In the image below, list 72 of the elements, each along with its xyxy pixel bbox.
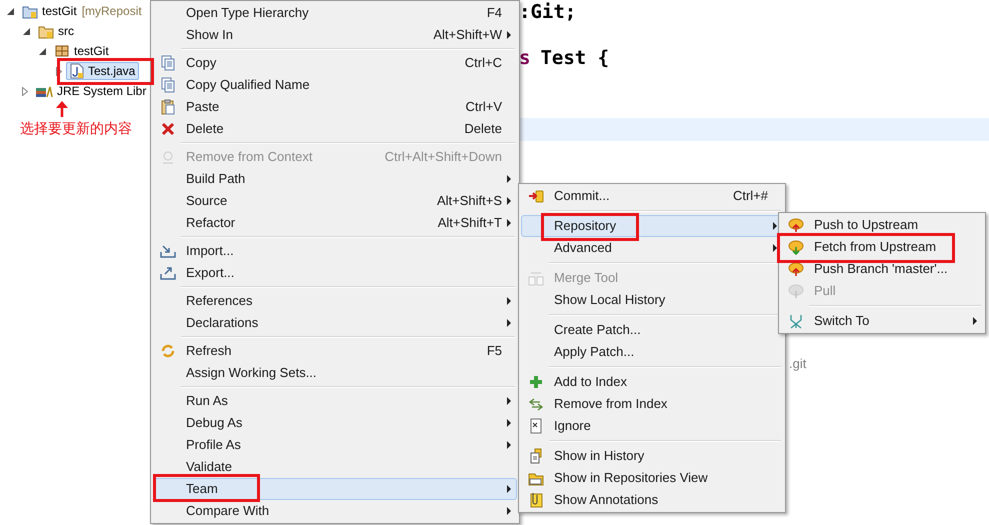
menu-item[interactable]: Fetch from Upstream (781, 236, 983, 258)
cloud-upload-icon (788, 261, 804, 277)
cloud-download-icon (788, 239, 804, 255)
menu-item[interactable]: Commit... Ctrl+# (521, 185, 783, 207)
menu-item[interactable]: Export... (153, 262, 517, 284)
menu-item[interactable]: Refresh F5 (153, 340, 517, 362)
collapsed-arrow-icon[interactable] (56, 66, 62, 76)
code-keyword: s (519, 46, 530, 72)
menu-item[interactable]: Apply Patch... (521, 341, 783, 363)
pointer-arrow (56, 101, 68, 117)
plus-icon (528, 374, 544, 390)
expanded-arrow-icon[interactable] (39, 48, 46, 54)
menu-item[interactable]: Push Branch 'master'... (781, 258, 983, 280)
menu-item[interactable]: Push to Upstream (781, 214, 983, 236)
menu-item[interactable]: Declarations (153, 312, 517, 334)
menu-item[interactable]: Show in Repositories View (521, 467, 783, 489)
menu-item[interactable]: Profile As (153, 434, 517, 456)
tree-item[interactable]: JRE System Libr (31, 82, 150, 100)
menu-item[interactable]: Run As (153, 390, 517, 412)
menu-item[interactable]: Compare With (153, 500, 517, 522)
tree-item[interactable]: Test.java (66, 62, 140, 80)
menu-item[interactable]: Paste Ctrl+V (153, 96, 517, 118)
menu-item[interactable]: Open Type Hierarchy F4 (153, 2, 517, 24)
history-icon (528, 448, 544, 464)
document-icon (528, 418, 544, 434)
refresh-icon (160, 343, 176, 359)
menu-item[interactable]: Switch To (781, 310, 983, 332)
menu-item[interactable]: Advanced (521, 237, 783, 259)
expanded-arrow-icon[interactable] (23, 28, 30, 34)
menu-item[interactable]: Add to Index (521, 371, 783, 393)
copy-icon (160, 55, 176, 71)
cloud-upload-icon (788, 217, 804, 233)
tree-item[interactable]: testGit (18, 2, 81, 20)
package-icon (54, 43, 70, 59)
merge-icon (528, 270, 544, 286)
menu-item[interactable]: Show Annotations (521, 489, 783, 511)
menu-item[interactable]: Assign Working Sets... (153, 362, 517, 384)
branch-icon (788, 313, 804, 329)
tree-item[interactable]: src (34, 22, 78, 40)
menu-item[interactable]: Copy Qualified Name (153, 74, 517, 96)
menu-item[interactable]: Remove from Index (521, 393, 783, 415)
collapsed-arrow-icon[interactable] (22, 86, 28, 96)
menu-item[interactable]: References (153, 290, 517, 312)
expanded-arrow-icon[interactable] (7, 8, 14, 14)
menu-item[interactable]: Source Alt+Shift+S (153, 190, 517, 212)
menu-item[interactable]: Ignore (521, 415, 783, 437)
menu-item[interactable]: Delete Delete (153, 118, 517, 140)
menu-item[interactable]: Import... (153, 240, 517, 262)
commit-icon (528, 188, 544, 204)
java-file-icon (70, 63, 84, 79)
export-icon (160, 265, 176, 281)
tree-item[interactable]: testGit (50, 42, 113, 60)
menu-item[interactable]: Show In Alt+Shift+W (153, 24, 517, 46)
menu-item[interactable]: Team (153, 478, 517, 500)
menu-item[interactable]: Copy Ctrl+C (153, 52, 517, 74)
menu-item[interactable]: Show in History (521, 445, 783, 467)
arrows-icon (528, 396, 544, 412)
path-text: .git (789, 356, 806, 371)
import-icon (160, 243, 176, 259)
copy-icon (160, 77, 176, 93)
cloud-icon (788, 283, 804, 299)
delete-icon (160, 121, 176, 137)
menu-item[interactable]: Refactor Alt+Shift+T (153, 212, 517, 234)
menu-item[interactable]: Build Path (153, 168, 517, 190)
menu-item[interactable]: Validate (153, 456, 517, 478)
annotation-icon (528, 492, 544, 508)
annotation-text: 选择要更新的内容 (20, 119, 132, 138)
code-line: Test { (540, 46, 610, 72)
repository-label: [myReposit (82, 3, 142, 20)
clipboard-icon (160, 99, 176, 115)
menu-item[interactable]: Debug As (153, 412, 517, 434)
code-line: :Git; (519, 0, 576, 26)
